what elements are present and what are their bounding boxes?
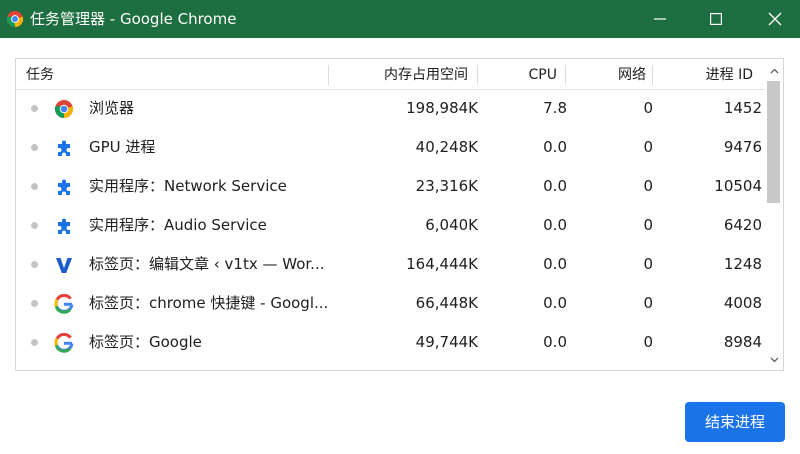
scrollbar-thumb[interactable] xyxy=(767,81,780,203)
column-header-task[interactable]: 任务 xyxy=(26,59,54,89)
pid-value: 9476 xyxy=(723,138,762,156)
status-dot xyxy=(31,222,38,229)
v-logo-icon xyxy=(56,258,72,273)
cpu-value: 0.0 xyxy=(543,177,567,195)
puzzle-piece-icon xyxy=(58,140,70,156)
close-button[interactable] xyxy=(745,0,800,38)
column-divider[interactable] xyxy=(565,65,566,85)
process-table: 任务 内存占用空间 CPU 网络 进程 ID 浏览器 198,984K 7.8 … xyxy=(15,58,784,371)
table-row[interactable]: 标签页：chrome 快捷键 - Googl... 66,448K 0.0 0 … xyxy=(16,284,766,323)
cpu-value: 7.8 xyxy=(543,99,567,117)
cpu-value: 0.0 xyxy=(543,294,567,312)
chrome-icon xyxy=(6,10,24,28)
memory-value: 66,448K xyxy=(415,294,478,312)
status-dot xyxy=(31,300,38,307)
table-row[interactable]: 标签页：Google 49,744K 0.0 0 8984 xyxy=(16,323,766,362)
column-header-cpu[interactable]: CPU xyxy=(486,59,557,89)
column-header-network[interactable]: 网络 xyxy=(576,59,646,89)
scroll-up-button[interactable] xyxy=(765,62,783,80)
title-bar: 任务管理器 - Google Chrome xyxy=(0,0,800,38)
pid-value: 1452 xyxy=(723,99,762,117)
network-value: 0 xyxy=(643,138,653,156)
network-value: 0 xyxy=(643,294,653,312)
cpu-value: 0.0 xyxy=(543,138,567,156)
chevron-down-icon xyxy=(770,357,778,363)
minimize-icon xyxy=(654,18,666,20)
network-value: 0 xyxy=(643,216,653,234)
cpu-value: 0.0 xyxy=(543,216,567,234)
pid-value: 8984 xyxy=(723,333,762,351)
table-row[interactable]: 浏览器 198,984K 7.8 0 1452 xyxy=(16,89,766,128)
memory-value: 198,984K xyxy=(406,99,478,117)
network-value: 0 xyxy=(643,99,653,117)
network-value: 0 xyxy=(643,255,653,273)
column-divider[interactable] xyxy=(652,65,653,85)
task-name: 标签页：编辑文章 ‹ v1tx — Wor... xyxy=(89,255,325,273)
task-name: 标签页：chrome 快捷键 - Googl... xyxy=(89,294,329,312)
column-header-pid[interactable]: 进程 ID xyxy=(661,59,753,89)
pid-value: 6420 xyxy=(723,216,762,234)
maximize-icon xyxy=(710,13,722,25)
memory-value: 49,744K xyxy=(415,333,478,351)
column-divider[interactable] xyxy=(477,65,478,85)
pid-value: 10504 xyxy=(714,177,762,195)
cpu-value: 0.0 xyxy=(543,255,567,273)
task-name: 实用程序：Audio Service xyxy=(89,216,267,234)
status-dot xyxy=(31,144,38,151)
end-process-button[interactable]: 结束进程 xyxy=(685,402,785,442)
column-header-memory[interactable]: 内存占用空间 xyxy=(336,59,468,89)
google-g-icon xyxy=(54,294,74,314)
table-row[interactable]: 实用程序：Audio Service 6,040K 0.0 0 6420 xyxy=(16,206,766,245)
memory-value: 40,248K xyxy=(415,138,478,156)
column-divider[interactable] xyxy=(328,65,329,85)
network-value: 0 xyxy=(643,177,653,195)
close-icon xyxy=(768,12,782,26)
puzzle-piece-icon xyxy=(58,218,70,234)
chevron-up-icon xyxy=(770,68,778,74)
status-dot xyxy=(31,339,38,346)
window-title: 任务管理器 - Google Chrome xyxy=(30,10,237,28)
pid-value: 1248 xyxy=(723,255,762,273)
puzzle-piece-icon xyxy=(58,179,70,195)
memory-value: 6,040K xyxy=(425,216,478,234)
task-name: 浏览器 xyxy=(89,99,135,117)
minimize-button[interactable] xyxy=(630,0,690,38)
pid-value: 4008 xyxy=(723,294,762,312)
status-dot xyxy=(31,105,38,112)
memory-value: 164,444K xyxy=(406,255,478,273)
status-dot xyxy=(31,183,38,190)
table-header: 任务 内存占用空间 CPU 网络 进程 ID xyxy=(16,59,783,90)
memory-value: 23,316K xyxy=(415,177,478,195)
table-row[interactable]: GPU 进程 40,248K 0.0 0 9476 xyxy=(16,128,766,167)
maximize-button[interactable] xyxy=(686,0,746,38)
task-name: 标签页：Google xyxy=(89,333,202,351)
scroll-down-button[interactable] xyxy=(765,351,783,369)
task-name: 实用程序：Network Service xyxy=(89,177,287,195)
chrome-icon xyxy=(54,100,74,119)
network-value: 0 xyxy=(643,333,653,351)
table-row[interactable]: 标签页：编辑文章 ‹ v1tx — Wor... 164,444K 0.0 0 … xyxy=(16,245,766,284)
vertical-scrollbar[interactable] xyxy=(765,59,783,370)
task-name: GPU 进程 xyxy=(89,138,156,156)
cpu-value: 0.0 xyxy=(543,333,567,351)
status-dot xyxy=(31,261,38,268)
table-row[interactable]: 实用程序：Network Service 23,316K 0.0 0 10504 xyxy=(16,167,766,206)
google-g-icon xyxy=(54,333,74,353)
